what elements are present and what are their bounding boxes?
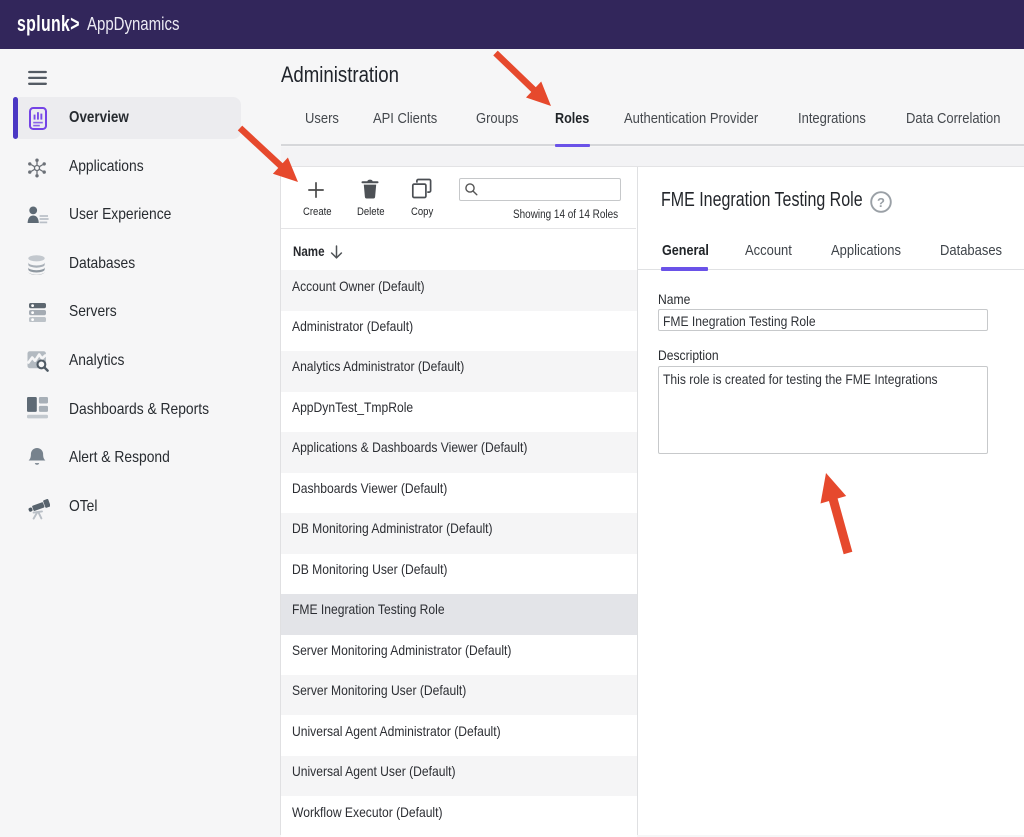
svg-text:?: ? — [877, 194, 885, 209]
